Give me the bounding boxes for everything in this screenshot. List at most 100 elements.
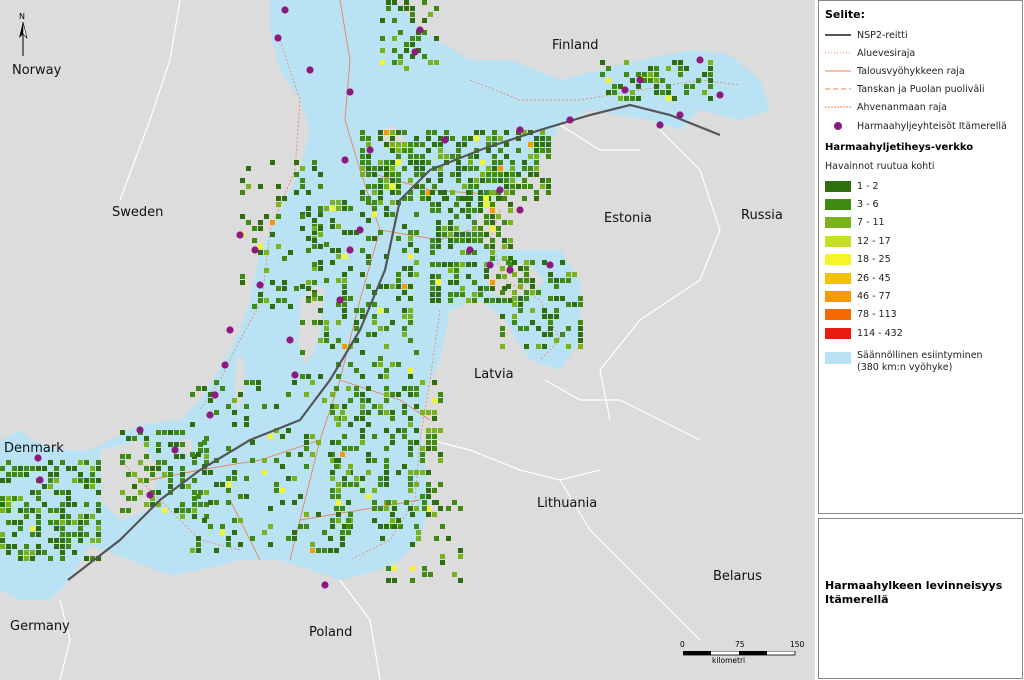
density-cell (508, 244, 513, 249)
density-cell (360, 416, 365, 421)
legend-class-row: 3 - 6 (825, 197, 879, 211)
colony-marker[interactable] (306, 66, 314, 74)
density-cell (468, 178, 473, 183)
density-cell (518, 326, 523, 331)
density-cell (144, 466, 149, 471)
density-cell (414, 230, 419, 235)
density-cell (434, 536, 439, 541)
density-cell (432, 428, 437, 433)
colony-marker[interactable] (256, 281, 264, 289)
density-cell (6, 472, 11, 477)
density-cell (372, 184, 377, 189)
density-cell (402, 308, 407, 313)
colony-marker[interactable] (366, 146, 374, 154)
map-canvas[interactable]: Finland Norway Sweden Estonia Russia Lat… (0, 0, 815, 680)
colony-marker[interactable] (486, 261, 494, 269)
colony-marker[interactable] (696, 56, 704, 64)
colony-marker[interactable] (546, 261, 554, 269)
legend-label: Harmaahyljeyhteisöt Itämerellä (857, 120, 1007, 132)
density-cell (672, 96, 677, 101)
density-cell (390, 160, 395, 165)
density-cell (460, 208, 465, 213)
density-cell (702, 90, 707, 95)
density-cell (238, 542, 243, 547)
density-cell (648, 66, 653, 71)
colony-marker[interactable] (281, 6, 289, 14)
colony-marker[interactable] (236, 231, 244, 239)
density-cell (258, 220, 263, 225)
colony-marker[interactable] (286, 336, 294, 344)
colony-marker[interactable] (656, 121, 664, 129)
density-cell (232, 470, 237, 475)
colony-marker[interactable] (356, 226, 364, 234)
density-cell (654, 84, 659, 89)
colony-marker[interactable] (36, 476, 44, 484)
colony-marker[interactable] (346, 246, 354, 254)
colony-marker[interactable] (516, 206, 524, 214)
colony-marker[interactable] (341, 156, 349, 164)
density-cell (404, 42, 409, 47)
density-cell (484, 244, 489, 249)
density-cell (286, 428, 291, 433)
density-cell (578, 332, 583, 337)
density-cell (702, 72, 707, 77)
colony-marker[interactable] (251, 246, 259, 254)
colony-marker[interactable] (346, 88, 354, 96)
colony-marker[interactable] (411, 48, 419, 56)
density-cell (360, 160, 365, 165)
density-cell (244, 422, 249, 427)
colony-marker[interactable] (441, 136, 449, 144)
colony-marker[interactable] (496, 186, 504, 194)
density-cell (708, 60, 713, 65)
colony-marker[interactable] (676, 111, 684, 119)
colony-marker[interactable] (516, 126, 524, 134)
density-cell (426, 470, 431, 475)
density-cell (132, 472, 137, 477)
colony-marker[interactable] (136, 426, 144, 434)
colony-marker[interactable] (274, 34, 282, 42)
density-cell (0, 466, 5, 471)
legend-class-row: 26 - 45 (825, 271, 891, 285)
colony-marker[interactable] (291, 371, 299, 379)
colony-marker[interactable] (206, 411, 214, 419)
colony-marker[interactable] (321, 581, 329, 589)
colony-marker[interactable] (466, 246, 474, 254)
colony-marker[interactable] (336, 296, 344, 304)
density-cell (316, 548, 321, 553)
density-cell (462, 136, 467, 141)
density-cell (392, 500, 397, 505)
density-cell (540, 148, 545, 153)
density-cell (624, 60, 629, 65)
density-cell (232, 476, 237, 481)
colony-marker[interactable] (211, 391, 219, 399)
density-cell (432, 488, 437, 493)
density-cell (336, 320, 341, 325)
colony-marker[interactable] (146, 491, 154, 499)
density-cell (436, 220, 441, 225)
density-cell (304, 392, 309, 397)
density-cell (402, 326, 407, 331)
density-cell (220, 524, 225, 529)
density-cell (448, 268, 453, 273)
density-cell (288, 250, 293, 255)
density-cell (84, 478, 89, 483)
colony-marker[interactable] (566, 116, 574, 124)
density-cell (402, 464, 407, 469)
density-cell (306, 190, 311, 195)
colony-marker[interactable] (226, 326, 234, 334)
colony-marker[interactable] (221, 361, 229, 369)
colony-marker[interactable] (636, 76, 644, 84)
colony-marker[interactable] (716, 91, 724, 99)
density-cell (548, 326, 553, 331)
density-cell (366, 236, 371, 241)
colony-marker[interactable] (171, 446, 179, 454)
colony-marker[interactable] (506, 266, 514, 274)
density-cell (366, 166, 371, 171)
density-cell (250, 458, 255, 463)
colony-marker[interactable] (621, 86, 629, 94)
density-cell (78, 520, 83, 525)
colony-marker[interactable] (416, 26, 424, 34)
density-cell (346, 530, 351, 535)
density-cell (90, 472, 95, 477)
density-cell (384, 184, 389, 189)
